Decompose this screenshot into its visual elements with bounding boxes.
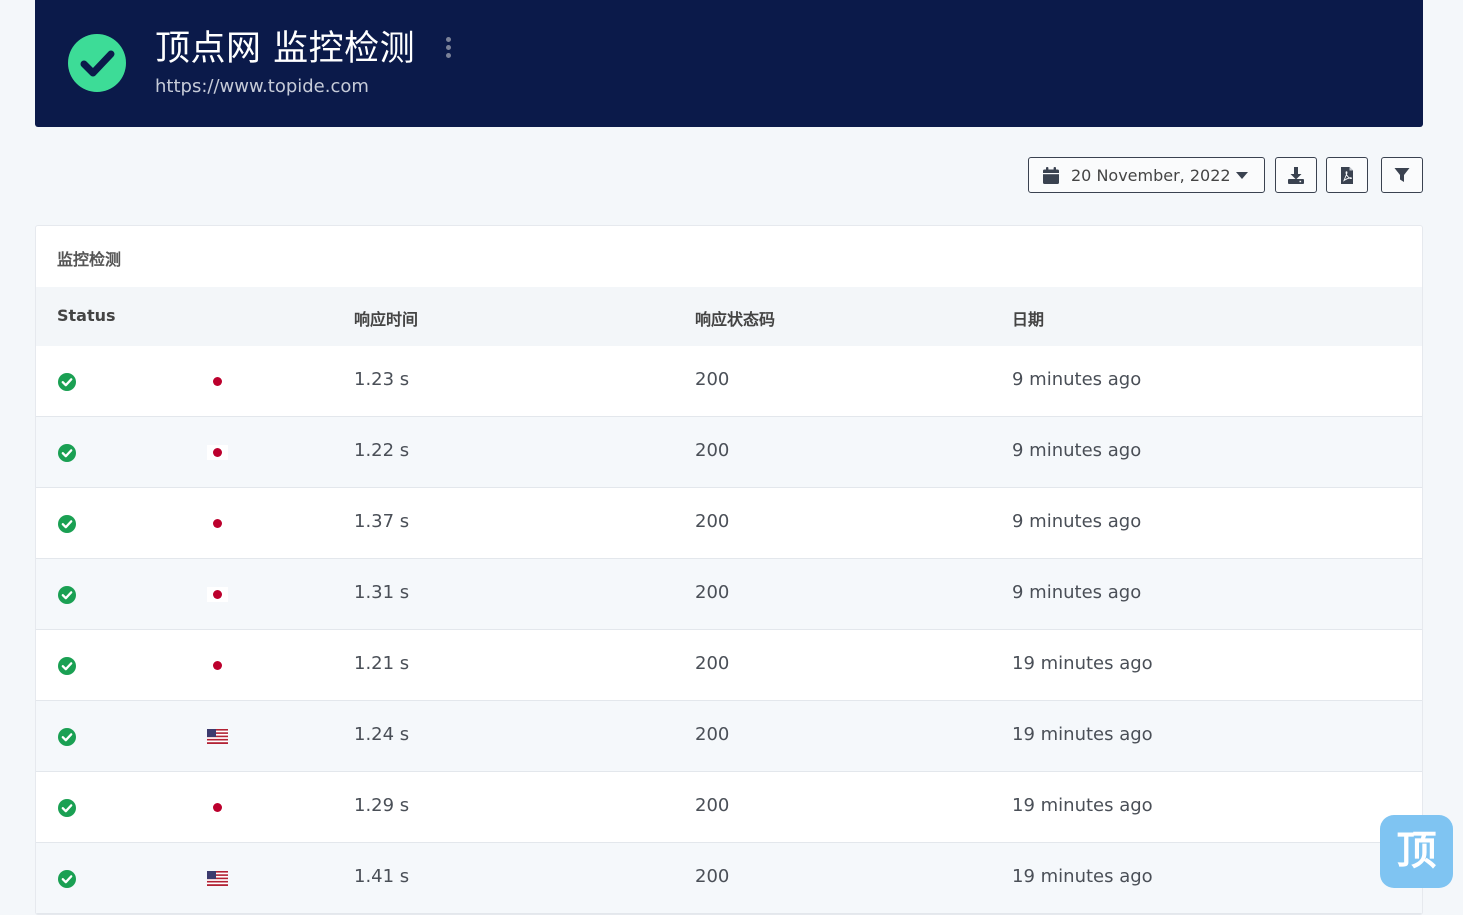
table-row[interactable]: 1.31 s 200 9 minutes ago <box>36 559 1422 630</box>
table-row[interactable]: 1.22 s 200 9 minutes ago <box>36 417 1422 488</box>
status-code: 200 <box>695 724 730 745</box>
japan-flag-icon <box>207 445 228 460</box>
check-date: 9 minutes ago <box>1012 582 1142 603</box>
table-row[interactable]: 1.37 s 200 9 minutes ago <box>36 488 1422 559</box>
monitor-header: 顶点网 监控检测 https://www.topide.com <box>35 0 1423 127</box>
check-circle-icon <box>58 444 76 462</box>
usa-flag-icon <box>207 729 228 744</box>
japan-flag-icon <box>207 587 228 602</box>
check-date: 9 minutes ago <box>1012 440 1142 461</box>
column-header-status-code[interactable]: 响应状态码 <box>695 306 775 330</box>
check-circle-icon <box>58 373 76 391</box>
response-time: 1.22 s <box>354 440 410 461</box>
status-code: 200 <box>695 511 730 532</box>
check-circle-icon <box>58 657 76 675</box>
check-circle-icon <box>58 870 76 888</box>
response-time: 1.21 s <box>354 653 410 674</box>
column-header-response-time[interactable]: 响应时间 <box>354 306 418 330</box>
site-logo-button[interactable]: 顶 <box>1380 815 1453 888</box>
monitor-checks-card: 监控检测 Status 响应时间 响应状态码 日期 1.23 s 200 9 m… <box>35 225 1423 915</box>
usa-flag-icon <box>207 871 228 886</box>
page-title: 顶点网 监控检测 <box>155 29 416 69</box>
japan-flag-icon <box>207 800 228 815</box>
site-logo-text: 顶 <box>1396 828 1437 874</box>
check-circle-icon <box>58 515 76 533</box>
export-pdf-button[interactable] <box>1326 157 1368 193</box>
response-time: 1.31 s <box>354 582 410 603</box>
japan-flag-icon <box>207 516 228 531</box>
response-time: 1.37 s <box>354 511 410 532</box>
response-time: 1.23 s <box>354 369 410 390</box>
check-date: 19 minutes ago <box>1012 866 1153 887</box>
check-date: 9 minutes ago <box>1012 369 1142 390</box>
status-code: 200 <box>695 866 730 887</box>
response-time: 1.29 s <box>354 795 410 816</box>
status-code: 200 <box>695 653 730 674</box>
download-button[interactable] <box>1275 157 1317 193</box>
calendar-icon <box>1043 167 1059 184</box>
check-circle-icon <box>58 728 76 746</box>
monitor-url[interactable]: https://www.topide.com <box>155 76 369 97</box>
date-picker-button[interactable]: 20 November, 2022 <box>1028 157 1265 193</box>
more-options-icon[interactable] <box>442 37 456 61</box>
column-header-status[interactable]: Status <box>57 306 116 325</box>
table-header: Status 响应时间 响应状态码 日期 <box>36 287 1422 347</box>
table-row[interactable]: 1.41 s 200 19 minutes ago <box>36 843 1422 914</box>
check-circle-icon <box>68 34 126 92</box>
status-code: 200 <box>695 795 730 816</box>
download-icon <box>1288 167 1304 184</box>
japan-flag-icon <box>207 374 228 389</box>
table-row[interactable]: 1.24 s 200 19 minutes ago <box>36 701 1422 772</box>
status-code: 200 <box>695 582 730 603</box>
japan-flag-icon <box>207 658 228 673</box>
filter-icon <box>1394 168 1410 182</box>
check-circle-icon <box>58 586 76 604</box>
card-title: 监控检测 <box>57 250 122 269</box>
table-row[interactable]: 1.21 s 200 19 minutes ago <box>36 630 1422 701</box>
check-date: 19 minutes ago <box>1012 724 1153 745</box>
check-circle-icon <box>58 799 76 817</box>
table-row[interactable]: 1.23 s 200 9 minutes ago <box>36 346 1422 417</box>
filter-button[interactable] <box>1381 157 1423 193</box>
status-code: 200 <box>695 440 730 461</box>
check-date: 9 minutes ago <box>1012 511 1142 532</box>
pdf-file-icon <box>1341 167 1353 184</box>
date-picker-label: 20 November, 2022 <box>1071 166 1231 185</box>
check-date: 19 minutes ago <box>1012 653 1153 674</box>
column-header-date[interactable]: 日期 <box>1012 306 1044 330</box>
chevron-down-icon <box>1236 172 1248 179</box>
response-time: 1.41 s <box>354 866 410 887</box>
table-row[interactable]: 1.29 s 200 19 minutes ago <box>36 772 1422 843</box>
response-time: 1.24 s <box>354 724 410 745</box>
status-code: 200 <box>695 369 730 390</box>
check-date: 19 minutes ago <box>1012 795 1153 816</box>
